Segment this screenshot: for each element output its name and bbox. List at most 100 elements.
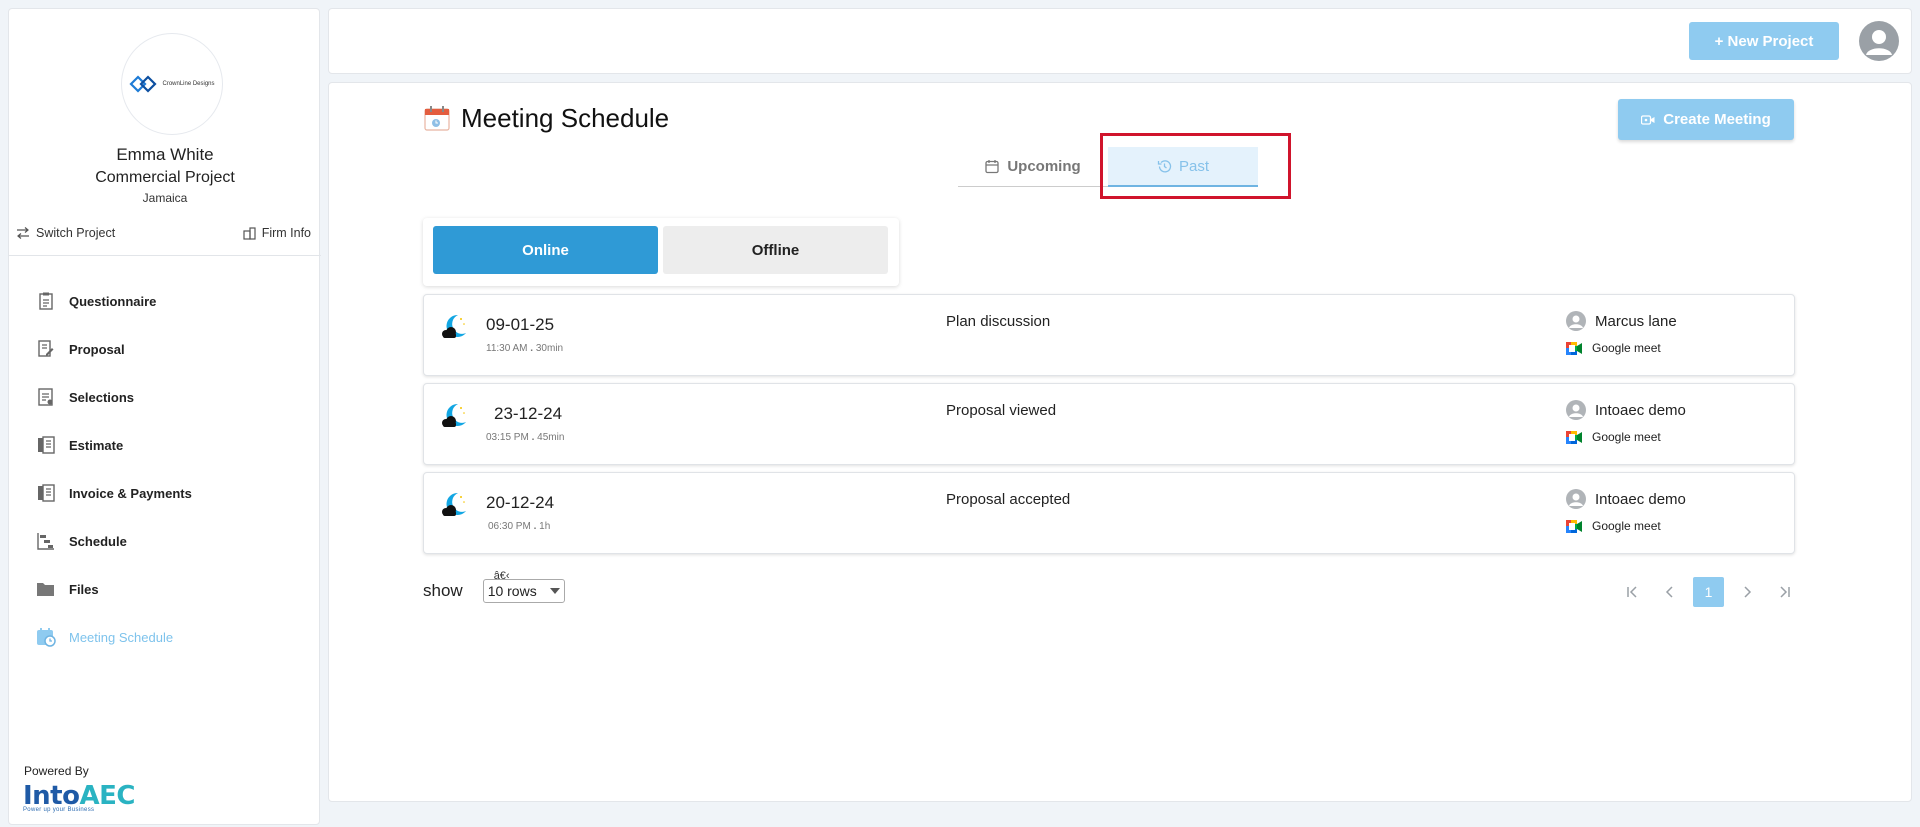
attendee-name: Intoaec demo bbox=[1595, 401, 1686, 419]
page-number-current[interactable]: 1 bbox=[1693, 577, 1724, 607]
firm-info-link[interactable]: Firm Info bbox=[243, 226, 311, 240]
meeting-title: Proposal accepted bbox=[946, 491, 1071, 508]
first-page-button[interactable] bbox=[1613, 577, 1651, 607]
meeting-time: 11:30 AM . 30min bbox=[486, 343, 563, 354]
calendar-icon bbox=[424, 105, 450, 131]
meeting-time: 06:30 PM . 1h bbox=[488, 521, 550, 532]
meeting-card[interactable]: 09-01-25 11:30 AM . 30min Plan discussio… bbox=[423, 294, 1795, 376]
create-meeting-label: Create Meeting bbox=[1663, 111, 1771, 128]
google-meet-icon bbox=[1566, 430, 1582, 444]
firm-info-label: Firm Info bbox=[261, 226, 311, 240]
meeting-list: 09-01-25 11:30 AM . 30min Plan discussio… bbox=[423, 294, 1795, 561]
google-meet-icon bbox=[1566, 519, 1582, 533]
folder-icon bbox=[35, 578, 57, 600]
sidebar-item-proposal[interactable]: Proposal bbox=[35, 325, 192, 373]
last-page-icon bbox=[1780, 586, 1790, 598]
swap-icon bbox=[17, 227, 29, 239]
weather-night-icon bbox=[442, 492, 466, 516]
sidebar-item-estimate[interactable]: Estimate bbox=[35, 421, 192, 469]
sidebar-item-questionnaire[interactable]: Questionnaire bbox=[35, 277, 192, 325]
sidebar-item-selections[interactable]: Selections bbox=[35, 373, 192, 421]
sidebar-item-label: Meeting Schedule bbox=[69, 629, 174, 645]
page-header: Meeting Schedule bbox=[423, 103, 669, 134]
google-meet-icon bbox=[1566, 341, 1582, 355]
online-button[interactable]: Online bbox=[433, 226, 658, 274]
chevron-right-icon bbox=[1744, 586, 1752, 598]
weather-night-icon bbox=[442, 314, 466, 338]
meeting-attendee: Marcus lane bbox=[1566, 311, 1677, 331]
meeting-attendee: Intoaec demo bbox=[1566, 400, 1686, 420]
person-avatar-icon bbox=[1566, 489, 1586, 509]
rows-value: 10 rows bbox=[487, 583, 537, 599]
sidebar-item-label: Schedule bbox=[69, 533, 127, 549]
sidebar-item-label: Files bbox=[69, 581, 99, 597]
pagination: 1 bbox=[1613, 577, 1804, 607]
sidebar: CrownLine Designs Emma White Commercial … bbox=[8, 8, 321, 825]
person-avatar-icon bbox=[1566, 400, 1586, 420]
meeting-duration: 45min bbox=[537, 432, 565, 443]
user-name: Emma White bbox=[116, 145, 214, 164]
rows-per-page-select[interactable]: â€‹ 10 rows bbox=[482, 570, 565, 603]
sidebar-item-label: Selections bbox=[69, 389, 135, 405]
rows-per-page: show â€‹ 10 rows bbox=[423, 570, 565, 603]
intoaec-logo: IntoAEC Power up your Business bbox=[23, 781, 135, 813]
meeting-duration: 1h bbox=[539, 521, 551, 532]
meeting-platform: Google meet bbox=[1566, 519, 1661, 533]
meeting-card[interactable]: 23-12-24 03:15 PM . 45min Proposal viewe… bbox=[423, 383, 1795, 465]
rows-glyph: â€‹ bbox=[493, 570, 510, 582]
sidebar-nav: Questionnaire Proposal Selections Estima… bbox=[35, 277, 192, 661]
gantt-icon bbox=[35, 530, 57, 552]
meeting-mode-toggle: Online Offline bbox=[423, 218, 899, 286]
offline-button[interactable]: Offline bbox=[663, 226, 888, 274]
project-name: Commercial Project bbox=[95, 169, 235, 186]
show-label: show bbox=[423, 581, 463, 600]
new-project-button[interactable]: + New Project bbox=[1689, 22, 1839, 60]
first-page-icon bbox=[1627, 586, 1637, 598]
sidebar-item-schedule[interactable]: Schedule bbox=[35, 517, 192, 565]
highlight-annotation bbox=[1100, 133, 1291, 199]
tab-upcoming-label: Upcoming bbox=[1007, 158, 1081, 175]
meeting-time: 03:15 PM . 45min bbox=[486, 432, 564, 443]
meeting-platform: Google meet bbox=[1566, 341, 1661, 355]
sidebar-item-files[interactable]: Files bbox=[35, 565, 192, 613]
meeting-start-time: 03:15 PM bbox=[486, 432, 529, 443]
clipboard-icon bbox=[35, 290, 57, 312]
sidebar-divider bbox=[9, 255, 321, 256]
meeting-title: Proposal viewed bbox=[946, 402, 1057, 419]
calendar-clock-icon bbox=[35, 626, 57, 648]
meeting-platform: Google meet bbox=[1566, 430, 1661, 444]
sidebar-item-label: Proposal bbox=[69, 341, 125, 357]
meeting-separator: . bbox=[530, 343, 534, 354]
sidebar-item-invoice-payments[interactable]: Invoice & Payments bbox=[35, 469, 192, 517]
weather-night-icon bbox=[442, 403, 466, 427]
meeting-card[interactable]: 20-12-24 06:30 PM . 1h Proposal accepted… bbox=[423, 472, 1795, 554]
main-panel: Meeting Schedule Create Meeting Upcoming… bbox=[328, 82, 1912, 802]
platform-name: Google meet bbox=[1592, 341, 1661, 355]
create-meeting-button[interactable]: Create Meeting bbox=[1618, 99, 1794, 140]
last-page-button[interactable] bbox=[1766, 577, 1804, 607]
receipt-icon bbox=[35, 434, 57, 456]
document-edit-icon bbox=[35, 338, 57, 360]
project-location: Jamaica bbox=[142, 191, 188, 205]
user-avatar[interactable] bbox=[1859, 21, 1899, 61]
next-page-button[interactable] bbox=[1728, 577, 1766, 607]
sidebar-item-meeting-schedule[interactable]: Meeting Schedule bbox=[35, 613, 192, 661]
top-bar: + New Project bbox=[328, 8, 1912, 74]
avatar-icon bbox=[1866, 30, 1892, 55]
sidebar-item-label: Questionnaire bbox=[69, 293, 157, 309]
chevron-left-icon bbox=[1665, 586, 1673, 598]
meeting-attendee: Intoaec demo bbox=[1566, 489, 1686, 509]
caret-down-icon bbox=[549, 588, 560, 594]
crownline-logo-icon bbox=[129, 75, 158, 93]
meeting-start-time: 11:30 AM bbox=[486, 343, 528, 354]
prev-page-button[interactable] bbox=[1651, 577, 1689, 607]
sidebar-item-label: Invoice & Payments bbox=[69, 485, 192, 501]
sidebar-item-label: Estimate bbox=[69, 437, 124, 453]
platform-name: Google meet bbox=[1592, 430, 1661, 444]
meeting-date: 09-01-25 bbox=[486, 315, 555, 334]
tab-upcoming[interactable]: Upcoming bbox=[958, 147, 1108, 187]
meeting-separator: . bbox=[533, 521, 537, 532]
meeting-date: 20-12-24 bbox=[486, 493, 555, 512]
page-title: Meeting Schedule bbox=[461, 103, 670, 133]
switch-project-link[interactable]: Switch Project bbox=[16, 226, 115, 240]
